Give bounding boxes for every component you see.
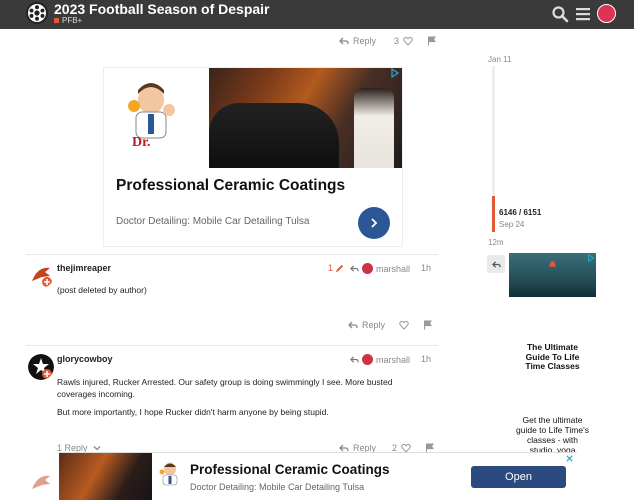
post-body-deleted: (post deleted by author) — [57, 285, 147, 295]
post-body-paragraph: Rawls injured, Rucker Arrested. Our safe… — [57, 377, 393, 399]
side-ad-description[interactable]: Get the ultimate guide to Life Time's cl… — [515, 415, 590, 453]
svg-text:Dr.: Dr. — [132, 135, 151, 148]
edit-count: 1 — [328, 263, 334, 273]
reply-to-indicator[interactable]: marshall — [350, 263, 410, 274]
bell-icon — [548, 260, 557, 267]
current-user-avatar[interactable] — [597, 4, 616, 23]
post-time[interactable]: 1h — [421, 263, 431, 273]
reply-to-arrow-icon — [350, 265, 359, 272]
timeline-last-activity[interactable]: 12m — [488, 238, 504, 247]
side-ad-title[interactable]: The Ultimate Guide To Life Time Classes — [515, 342, 590, 372]
post-actions: Reply — [348, 320, 433, 330]
bottom-ad-advertiser[interactable]: Doctor Detailing: Mobile Car Detailing T… — [190, 482, 364, 492]
ad-headline[interactable]: Professional Ceramic Coatings — [116, 177, 345, 195]
close-ad-icon[interactable] — [565, 454, 574, 463]
reply-to-username: marshall — [376, 263, 411, 274]
ad-go-button[interactable] — [358, 207, 390, 239]
post-body-paragraph: But more importantly, I hope Rucker didn… — [57, 407, 329, 417]
bottom-ad-headline[interactable]: Professional Ceramic Coatings — [190, 462, 390, 477]
chevron-right-icon — [371, 218, 378, 228]
timeline-current-date: Sep 24 — [499, 220, 525, 229]
heart-icon[interactable] — [399, 320, 409, 330]
category-color-swatch — [54, 18, 59, 24]
reply-to-username: marshall — [376, 354, 411, 365]
user-avatar-thejimreaper[interactable] — [28, 262, 54, 288]
ad-photo-detailer — [354, 88, 394, 168]
ad-photo-car-detailing — [59, 453, 152, 500]
top-reply-button[interactable]: Reply — [353, 36, 376, 46]
category-badge[interactable]: PFB+ — [54, 16, 82, 25]
adchoices-icon[interactable] — [390, 68, 400, 78]
user-avatar-glorycowboy[interactable] — [28, 354, 54, 380]
adchoices-icon[interactable] — [587, 254, 595, 262]
user-avatar-next-post[interactable] — [28, 470, 54, 496]
reply-arrow-icon — [491, 260, 501, 268]
category-label: PFB+ — [62, 16, 83, 25]
bottom-ad-open-button[interactable]: Open — [471, 466, 566, 488]
reply-to-arrow-icon — [350, 356, 359, 363]
timeline-start-date[interactable]: Jan 11 — [488, 55, 511, 64]
reply-to-avatar — [362, 354, 373, 365]
heart-icon[interactable] — [403, 36, 413, 46]
doctor-detailing-logo-icon: Dr. — [124, 80, 179, 150]
reply-arrow-icon — [339, 37, 349, 45]
top-like-count: 3 — [394, 36, 400, 46]
topic-title[interactable]: 2023 Football Season of Despair — [54, 1, 270, 17]
lifetime-classes-ad[interactable]: The Ultimate Guide To Life Time Classes … — [509, 253, 596, 453]
reply-to-avatar — [362, 263, 373, 274]
ad-advertiser[interactable]: Doctor Detailing: Mobile Car Detailing T… — [116, 216, 309, 227]
bottom-sticky-ad[interactable]: Professional Ceramic Coatings Doctor Det… — [59, 452, 577, 500]
back-to-reply-button[interactable] — [487, 255, 505, 273]
doctor-detailing-logo-icon — [159, 462, 178, 486]
search-icon[interactable] — [551, 5, 569, 23]
flag-icon[interactable] — [423, 320, 433, 330]
timeline-handle[interactable] — [492, 196, 495, 232]
post-username[interactable]: glorycowboy — [57, 354, 113, 364]
site-header: 2023 Football Season of Despair PFB+ — [0, 0, 634, 29]
top-post-actions: Reply 3 — [339, 36, 437, 46]
post-separator — [26, 345, 438, 346]
flag-icon[interactable] — [427, 36, 437, 46]
timeline-position: 6146 / 6151 — [499, 208, 542, 217]
ceramic-coating-ad[interactable]: Dr. Professional Ceramic Coatings Doctor… — [103, 67, 403, 247]
post-time[interactable]: 1h — [421, 354, 431, 364]
pencil-icon — [335, 264, 344, 272]
post-separator — [26, 254, 438, 255]
post-username[interactable]: thejimreaper — [57, 263, 111, 273]
reply-arrow-icon — [348, 321, 358, 329]
reply-button[interactable]: Reply — [362, 320, 385, 330]
reply-to-indicator[interactable]: marshall — [350, 354, 410, 365]
edit-history-badge[interactable]: 1 — [328, 263, 344, 273]
site-logo-icon[interactable] — [26, 2, 48, 24]
ad-photo-car — [209, 103, 339, 168]
hamburger-menu-icon[interactable] — [574, 5, 592, 23]
